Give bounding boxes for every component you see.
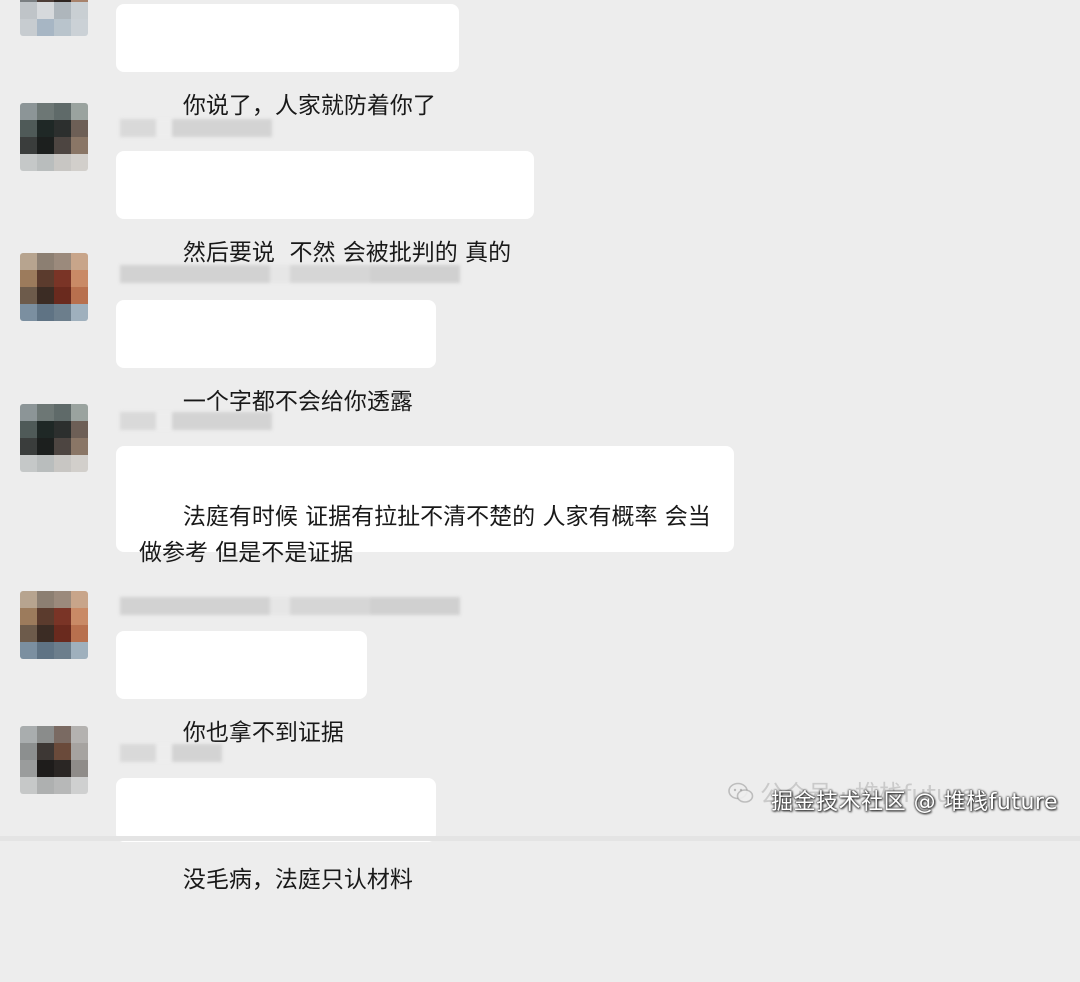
avatar[interactable] [20,103,88,171]
sender-name-blurred [120,744,222,762]
sender-name-blurred [120,412,272,430]
message-text: 然后要说 不然 会被批判的 真的 [182,240,512,266]
message-text: 你也拿不到证据 [182,720,344,746]
bottom-divider [0,836,1080,841]
sender-name-blurred [120,119,272,137]
avatar[interactable] [20,591,88,659]
message-text: 你说了，人家就防着你了 [182,93,436,119]
watermark: 掘金技术社区 @ 堆栈future [771,790,1058,815]
avatar[interactable] [20,404,88,472]
message-bubble[interactable]: 你也拿不到证据 [116,631,367,746]
sender-name-blurred [120,597,460,615]
chat-window[interactable]: 你说了，人家就防着你了 然后要说 不然 会被批判的 真的 一个字都不会给你透露 … [0,0,1080,893]
message-bubble[interactable]: 然后要说 不然 会被批判的 真的 [116,151,535,266]
wechat-icon [728,782,754,803]
avatar[interactable] [20,253,88,321]
avatar[interactable] [20,0,88,36]
sender-name-blurred [120,265,460,283]
message-bubble[interactable]: 法庭有时候 证据有拉扯不清不楚的 人家有概率 会当 做参考 但是不是证据 [116,446,734,566]
message-text: 没毛病，法庭只认材料 [182,867,413,893]
avatar[interactable] [20,726,88,794]
message-bubble[interactable]: 一个字都不会给你透露 [116,300,436,415]
message-text: 法庭有时候 证据有拉扯不清不楚的 人家有概率 会当 做参考 但是不是证据 [139,504,711,566]
message-bubble[interactable]: 没毛病，法庭只认材料 [116,778,436,893]
message-bubble[interactable]: 你说了，人家就防着你了 [116,4,459,119]
